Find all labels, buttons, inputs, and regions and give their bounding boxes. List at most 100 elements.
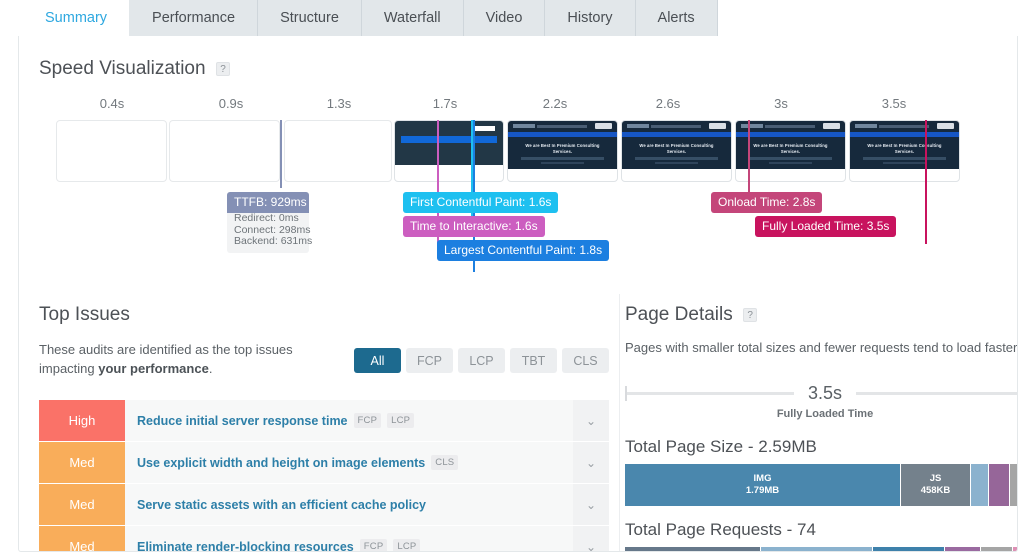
issue-metric-tag: LCP [387,413,415,428]
filmstrip-frame[interactable] [394,120,504,182]
issue-metric-tag: FCP [353,413,382,428]
thumbnail-nav-band [401,136,497,143]
bar-segment-html[interactable] [1013,547,1017,551]
page-details-title: Page Details [625,304,733,325]
issue-filter-fcp[interactable]: FCP [406,348,453,373]
issue-severity-badge: Med [39,484,125,525]
tab-structure[interactable]: Structure [258,0,362,36]
tab-label: Structure [280,10,339,26]
issue-title[interactable]: Serve static assets with an efficient ca… [137,498,426,512]
thumbnail-subtext-2 [540,161,585,164]
metric-label-fullyloaded[interactable]: Fully Loaded Time: 3.5s [755,216,897,237]
tab-performance[interactable]: Performance [130,0,259,36]
bar-segment-img[interactable]: IMG [873,547,945,551]
ttfb-detail-row: Redirect: 0ms [234,212,299,224]
issue-title[interactable]: Reduce initial server response time [137,414,348,428]
issue-title[interactable]: Eliminate render-blocking resources [137,540,354,552]
filmstrip-frame[interactable] [284,120,392,182]
chevron-down-icon[interactable]: ⌄ [573,442,609,483]
filmstrip-frame[interactable] [169,120,280,182]
screenshot-thumbnail [395,121,503,165]
tab-label: History [567,10,613,26]
thumbnail-cta-button [595,123,612,129]
thumbnail-nav-band [508,132,617,137]
chevron-down-icon[interactable]: ⌄ [573,484,609,525]
tab-alerts[interactable]: Alerts [635,0,718,36]
filmstrip-frame[interactable]: We are Best In Premium Consulting Servic… [735,120,846,182]
issue-filter-all[interactable]: All [354,348,401,373]
thumbnail-nav-band [736,132,845,137]
thumbnail-cta-button [823,123,840,129]
thumbnail-subtext [521,157,604,160]
metric-label-ttfb-header: TTFB: 929ms [227,192,309,213]
thumbnail-logo [513,124,535,128]
top-issues-section: Top Issues These audits are identified a… [39,304,609,552]
total-page-requests-title: Total Page Requests - 74 [625,520,816,539]
thumbnail-nav-items [765,124,815,128]
gauge-label: Fully Loaded Time [776,408,874,420]
filmstrip-frame[interactable]: We are Best In Premium Consulting Servic… [507,120,618,182]
thumbnail-subtext-2 [654,161,699,164]
issue-filter-lcp[interactable]: LCP [458,348,505,373]
tab-video[interactable]: Video [463,0,546,36]
issue-body: Reduce initial server response time FCP LC… [125,400,573,441]
thumbnail-subtext [749,157,832,160]
thumbnail-headline: We are Best In Premium Consulting Servic… [867,143,942,154]
bar-segment-value: 458KB [920,485,951,496]
help-icon[interactable]: ? [216,62,230,76]
metric-label-ttfb[interactable]: TTFB: 929ms Redirect: 0ms Connect: 298ms Ba… [227,192,313,253]
issue-body: Use explicit width and height on image e… [125,442,573,483]
issue-row[interactable]: Med Use explicit width and height on imag… [39,442,609,483]
timeline-tick: 1.3s [326,96,352,111]
issue-metric-tag: FCP [359,539,388,551]
bar-segment-other[interactable] [1009,464,1017,506]
thumbnail-subtext [635,157,718,160]
filmstrip-frame[interactable]: We are Best In Premium Consulting Servic… [849,120,960,182]
bar-segment-value: 1.79MB [745,485,780,496]
chevron-down-icon[interactable]: ⌄ [573,526,609,551]
total-page-size-title: Total Page Size - 2.59MB [625,437,817,456]
page-size-bar: IMG 1.79MB JS 458KB [625,464,1017,506]
column-divider [619,294,620,551]
thumbnail-cta-button [937,123,954,129]
timeline-tick: 1.7s [432,96,458,111]
page-details-description: Pages with smaller total sizes and fewer… [625,340,1018,355]
issue-filter-tbt[interactable]: TBT [510,348,557,373]
issue-filter-group: All FCP LCP TBT CLS [354,348,609,373]
issue-title[interactable]: Use explicit width and height on image e… [137,456,425,470]
metric-label-tti[interactable]: Time to Interactive: 1.6s [403,216,545,237]
issue-row[interactable]: Med Eliminate render-blocking resources FC… [39,526,609,552]
issue-severity-badge: Med [39,442,125,483]
metric-label-fcp[interactable]: First Contentful Paint: 1.6s [403,192,559,213]
bar-segment-css[interactable] [971,464,990,506]
tab-history[interactable]: History [545,0,636,36]
bar-segment-other[interactable]: Other [981,547,1013,551]
filmstrip-frame[interactable] [56,120,167,182]
issue-row[interactable]: High Reduce initial server response time F… [39,400,609,441]
bar-segment-js[interactable]: JS [625,547,761,551]
bar-segment-css[interactable]: CSS [761,547,873,551]
metric-marker-line [925,120,927,244]
speed-visualization-section: Speed Visualization ? 0.4s 0.9s 1.3s 1.7s 2.… [39,58,1017,272]
timeline-tick: 0.4s [99,96,125,111]
bar-segment-js[interactable]: JS 458KB [901,464,971,506]
issue-filter-cls[interactable]: CLS [562,348,609,373]
tab-waterfall[interactable]: Waterfall [361,0,464,36]
bar-segment-font[interactable]: Font [945,547,981,551]
thumbnail-nav-items [651,124,701,128]
bar-segment-font[interactable] [989,464,1010,506]
filmstrip-frame[interactable]: We are Best In Premium Consulting Servic… [621,120,732,182]
metric-label-onload[interactable]: Onload Time: 2.8s [711,192,823,213]
thumbnail-logo [855,124,877,128]
thumbnail-logo [627,124,649,128]
thumbnail-cta-button [709,123,726,129]
metric-label-lcp[interactable]: Largest Contentful Paint: 1.8s [437,240,610,261]
thumbnail-subtext-2 [768,161,813,164]
help-icon[interactable]: ? [743,308,758,322]
ttfb-detail-row: Backend: 631ms [234,235,313,247]
chevron-down-icon[interactable]: ⌄ [573,400,609,441]
tab-summary[interactable]: Summary [22,0,131,36]
gauge-cap-left [625,386,627,401]
bar-segment-img[interactable]: IMG 1.79MB [625,464,901,506]
issue-row[interactable]: Med Serve static assets with an efficient… [39,484,609,525]
